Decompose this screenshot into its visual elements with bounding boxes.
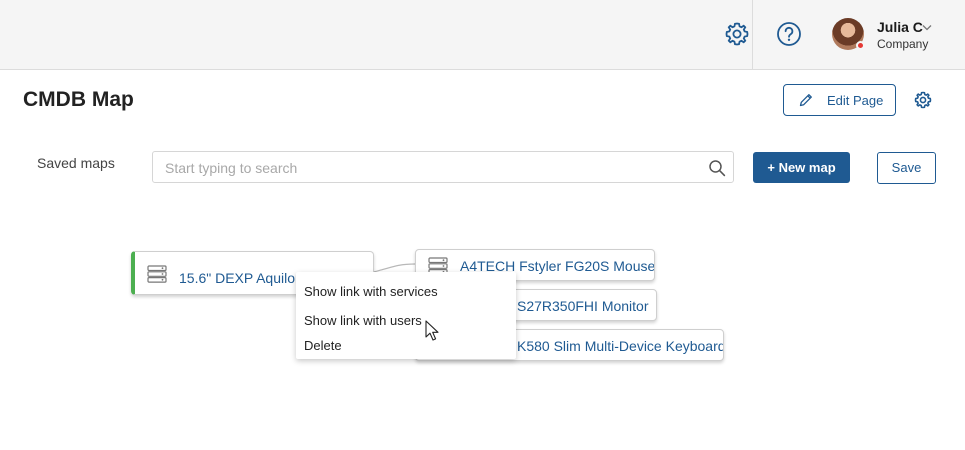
menu-item-delete[interactable]: Delete (304, 338, 342, 353)
menu-item-show-link-services[interactable]: Show link with services (304, 284, 438, 299)
context-menu: Show link with services Show link with u… (296, 272, 516, 359)
map-node-label: S27R350FHI Monitor (517, 298, 649, 314)
map-node-label: 15.6" DEXP Aquilon l (179, 270, 310, 286)
mouse-cursor-icon (425, 320, 439, 341)
map-connectors (373, 263, 416, 273)
server-icon (147, 265, 167, 283)
menu-item-show-link-users[interactable]: Show link with users (304, 313, 422, 328)
map-node-label: K580 Slim Multi-Device Keyboard (517, 338, 724, 354)
